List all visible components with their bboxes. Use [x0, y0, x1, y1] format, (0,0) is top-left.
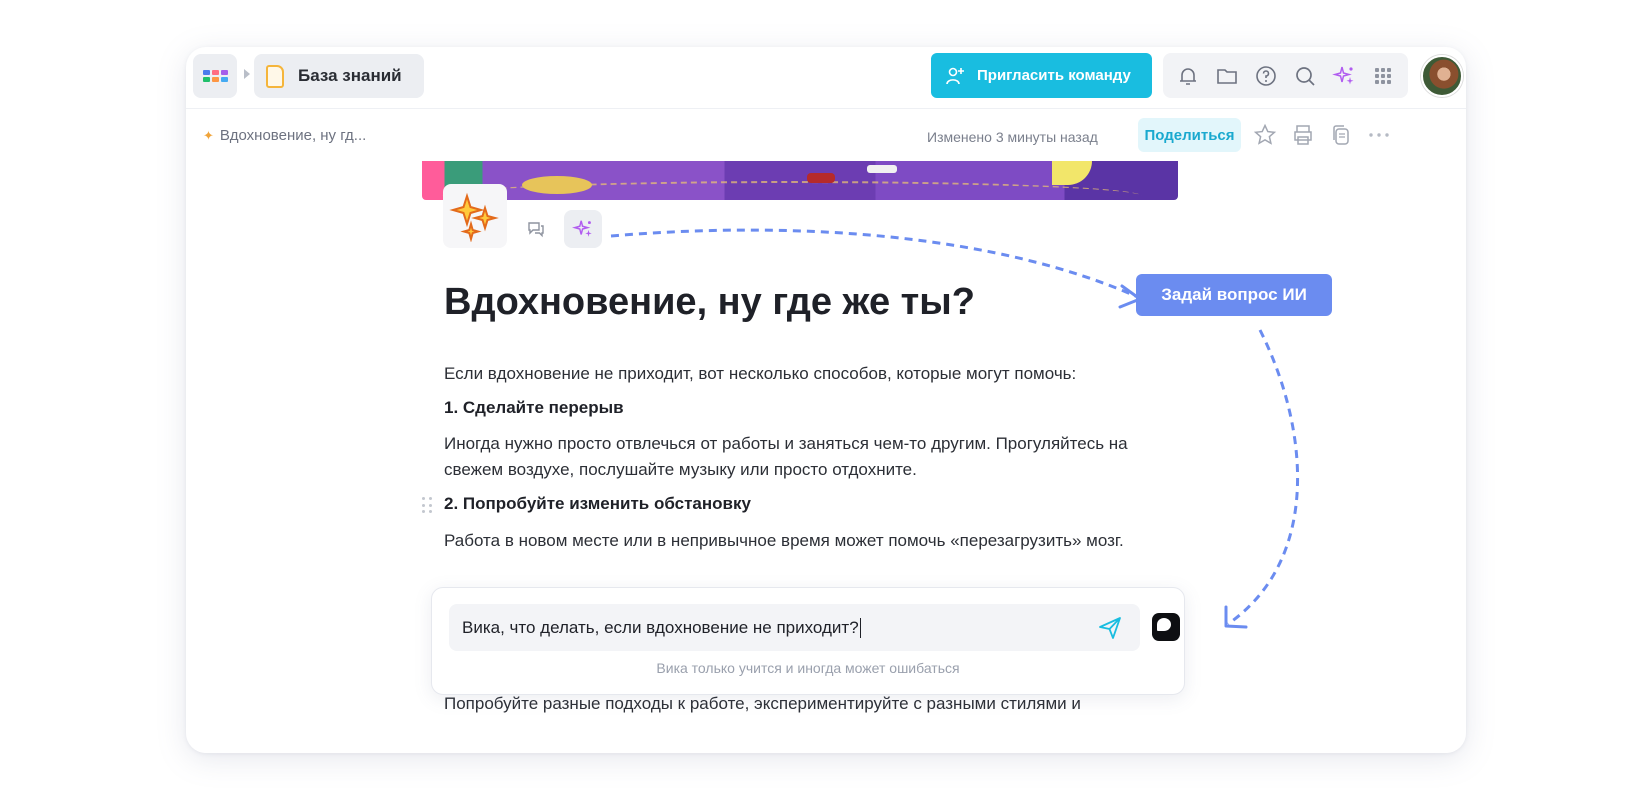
breadcrumb-label: База знаний — [298, 66, 402, 85]
page-subheader: ✦ Вдохновение, ну гд... Изменено 3 минут… — [186, 109, 1466, 161]
comment-icon — [528, 222, 544, 238]
bell-icon — [1180, 67, 1197, 85]
print-button[interactable] — [1290, 122, 1316, 148]
sparkles-icon — [1331, 66, 1354, 84]
page-breadcrumb[interactable]: ✦ Вдохновение, ну гд... — [203, 127, 366, 144]
knowledge-base-button[interactable]: База знаний — [254, 54, 424, 98]
paragraph-1[interactable]: Иногда нужно просто отвлечься от работы … — [444, 431, 1154, 483]
ai-assistant-button[interactable] — [1330, 62, 1358, 90]
send-icon[interactable] — [1097, 615, 1123, 641]
search-icon — [1296, 66, 1315, 86]
share-button[interactable]: Поделиться — [1138, 118, 1241, 152]
page-cover-image — [422, 161, 1178, 200]
sparkles-icon — [449, 192, 499, 242]
breadcrumb-chevron-icon — [244, 69, 250, 79]
section-heading-1[interactable]: 1. Сделайте перерыв — [444, 398, 624, 418]
document-icon — [266, 64, 284, 88]
more-dots-icon — [1369, 133, 1389, 137]
apps-grid-icon — [202, 70, 228, 82]
vika-logo-icon — [1152, 613, 1180, 641]
more-apps-button[interactable] — [1369, 62, 1397, 90]
bottom-fade — [186, 717, 1466, 753]
toolbar — [1163, 53, 1408, 98]
help-button[interactable] — [1252, 62, 1280, 90]
app-window: База знаний Пригласить команду ✦ Вдохнов… — [186, 47, 1466, 753]
favorite-button[interactable] — [1252, 122, 1278, 148]
ai-question-input[interactable]: Вика, что делать, если вдохновение не пр… — [449, 604, 1140, 651]
copy-icon — [1333, 125, 1349, 145]
notifications-button[interactable] — [1174, 62, 1202, 90]
ask-ai-callout: Задай вопрос ИИ — [1136, 274, 1332, 316]
last-edited-text: Изменено 3 минуты назад — [927, 129, 1098, 145]
search-button[interactable] — [1291, 62, 1319, 90]
ai-disclaimer: Вика только учится и иногда может ошибат… — [656, 660, 960, 676]
block-drag-handle[interactable] — [422, 497, 434, 515]
more-options-button[interactable] — [1366, 122, 1392, 148]
page-title[interactable]: Вдохновение, ну где же ты? — [444, 281, 975, 324]
files-button[interactable] — [1213, 62, 1241, 90]
paragraph-2[interactable]: Работа в новом месте или в непривычное в… — [444, 528, 1154, 554]
sparkles-icon — [572, 220, 592, 237]
copy-button[interactable] — [1328, 122, 1354, 148]
invite-team-button[interactable]: Пригласить команду — [931, 53, 1152, 98]
text-caret — [859, 617, 861, 638]
add-user-icon — [946, 67, 964, 84]
apps-menu-button[interactable] — [193, 54, 237, 98]
help-icon — [1256, 65, 1276, 86]
top-bar: База знаний Пригласить команду — [186, 47, 1466, 109]
page-path-label: Вдохновение, ну гд... — [219, 127, 367, 144]
star-icon — [1253, 123, 1277, 145]
section-heading-2[interactable]: 2. Попробуйте изменить обстановку — [444, 494, 751, 514]
comment-button[interactable] — [520, 213, 552, 245]
user-avatar[interactable] — [1421, 55, 1463, 97]
folder-icon — [1217, 68, 1238, 84]
ask-ai-button[interactable] — [564, 210, 602, 248]
invite-team-label: Пригласить команду — [977, 67, 1131, 84]
page-icon[interactable] — [443, 184, 507, 248]
ai-question-text: Вика, что делать, если вдохновение не пр… — [462, 617, 859, 637]
page-emoji-icon: ✦ — [203, 127, 214, 143]
printer-icon — [1294, 125, 1312, 145]
ai-chat-panel: Вика, что делать, если вдохновение не пр… — [431, 587, 1185, 695]
apps-grid-icon — [1374, 67, 1391, 84]
intro-paragraph[interactable]: Если вдохновение не приходит, вот нескол… — [444, 361, 1154, 387]
